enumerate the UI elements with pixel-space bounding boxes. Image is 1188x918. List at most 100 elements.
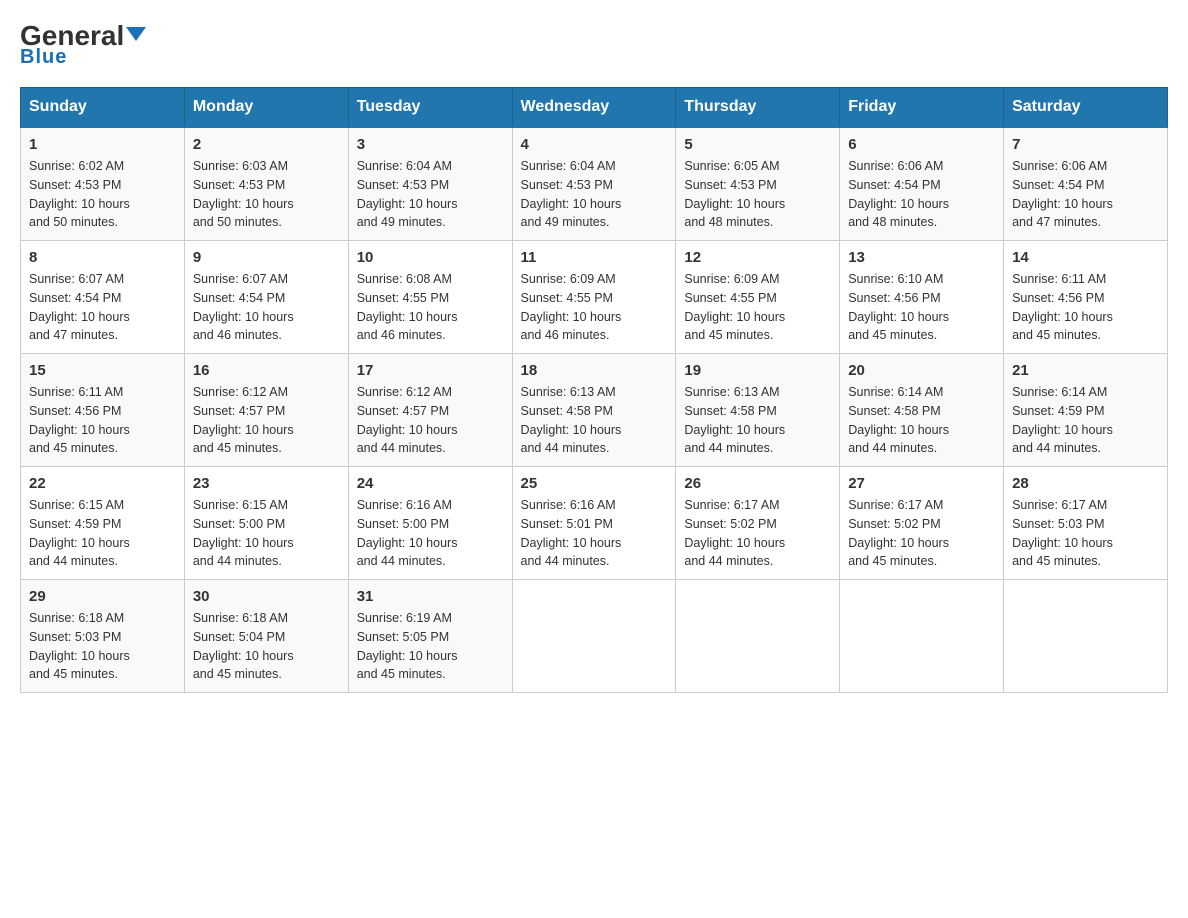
day-info: Sunrise: 6:17 AMSunset: 5:03 PMDaylight:…: [1012, 496, 1159, 571]
day-number: 8: [29, 249, 176, 266]
calendar-table: SundayMondayTuesdayWednesdayThursdayFrid…: [20, 87, 1168, 693]
header-tuesday: Tuesday: [348, 88, 512, 128]
calendar-cell: 2 Sunrise: 6:03 AMSunset: 4:53 PMDaylight…: [184, 127, 348, 241]
calendar-cell: 9Sunrise: 6:07 AMSunset: 4:54 PMDaylight…: [184, 241, 348, 354]
calendar-cell: [1004, 580, 1168, 693]
calendar-cell: 5 Sunrise: 6:05 AMSunset: 4:53 PMDaylight…: [676, 127, 840, 241]
day-info: Sunrise: 6:04 AMSunset: 4:53 PMDaylight:…: [357, 157, 504, 232]
calendar-cell: [840, 580, 1004, 693]
day-info: Sunrise: 6:13 AMSunset: 4:58 PMDaylight:…: [521, 383, 668, 458]
calendar-week-row: 15Sunrise: 6:11 AMSunset: 4:56 PMDayligh…: [21, 354, 1168, 467]
day-number: 14: [1012, 249, 1159, 266]
calendar-cell: 28 Sunrise: 6:17 AMSunset: 5:03 PMDayligh…: [1004, 467, 1168, 580]
day-info: Sunrise: 6:04 AMSunset: 4:53 PMDaylight:…: [521, 157, 668, 232]
day-number: 16: [193, 362, 340, 379]
day-info: Sunrise: 6:16 AMSunset: 5:01 PMDaylight:…: [521, 496, 668, 571]
calendar-cell: 6 Sunrise: 6:06 AMSunset: 4:54 PMDaylight…: [840, 127, 1004, 241]
day-number: 20: [848, 362, 995, 379]
day-info: Sunrise: 6:15 AMSunset: 4:59 PMDaylight:…: [29, 496, 176, 571]
calendar-cell: 21 Sunrise: 6:14 AMSunset: 4:59 PMDayligh…: [1004, 354, 1168, 467]
day-number: 26: [684, 475, 831, 492]
day-info: Sunrise: 6:05 AMSunset: 4:53 PMDaylight:…: [684, 157, 831, 232]
day-number: 22: [29, 475, 176, 492]
calendar-cell: 29 Sunrise: 6:18 AMSunset: 5:03 PMDayligh…: [21, 580, 185, 693]
day-info: Sunrise: 6:09 AMSunset: 4:55 PMDaylight:…: [684, 270, 831, 345]
header-thursday: Thursday: [676, 88, 840, 128]
day-number: 11: [521, 249, 668, 266]
day-number: 13: [848, 249, 995, 266]
calendar-cell: 20 Sunrise: 6:14 AMSunset: 4:58 PMDayligh…: [840, 354, 1004, 467]
day-info: Sunrise: 6:19 AMSunset: 5:05 PMDaylight:…: [357, 609, 504, 684]
day-number: 5: [684, 136, 831, 153]
day-info: Sunrise: 6:18 AMSunset: 5:04 PMDaylight:…: [193, 609, 340, 684]
calendar-week-row: 1 Sunrise: 6:02 AMSunset: 4:53 PMDaylight…: [21, 127, 1168, 241]
day-number: 10: [357, 249, 504, 266]
logo: General Blue: [20, 20, 146, 69]
day-number: 25: [521, 475, 668, 492]
header-monday: Monday: [184, 88, 348, 128]
calendar-cell: 7Sunrise: 6:06 AMSunset: 4:54 PMDaylight…: [1004, 127, 1168, 241]
day-number: 31: [357, 588, 504, 605]
day-info: Sunrise: 6:10 AMSunset: 4:56 PMDaylight:…: [848, 270, 995, 345]
day-info: Sunrise: 6:11 AMSunset: 4:56 PMDaylight:…: [1012, 270, 1159, 345]
calendar-cell: 8 Sunrise: 6:07 AMSunset: 4:54 PMDaylight…: [21, 241, 185, 354]
day-number: 21: [1012, 362, 1159, 379]
day-info: Sunrise: 6:06 AMSunset: 4:54 PMDaylight:…: [848, 157, 995, 232]
calendar-cell: [512, 580, 676, 693]
calendar-cell: 13 Sunrise: 6:10 AMSunset: 4:56 PMDayligh…: [840, 241, 1004, 354]
day-number: 3: [357, 136, 504, 153]
day-number: 15: [29, 362, 176, 379]
calendar-cell: 24Sunrise: 6:16 AMSunset: 5:00 PMDayligh…: [348, 467, 512, 580]
calendar-week-row: 29 Sunrise: 6:18 AMSunset: 5:03 PMDayligh…: [21, 580, 1168, 693]
calendar-cell: 25 Sunrise: 6:16 AMSunset: 5:01 PMDayligh…: [512, 467, 676, 580]
calendar-cell: 12 Sunrise: 6:09 AMSunset: 4:55 PMDayligh…: [676, 241, 840, 354]
day-number: 17: [357, 362, 504, 379]
day-number: 30: [193, 588, 340, 605]
calendar-cell: 11 Sunrise: 6:09 AMSunset: 4:55 PMDayligh…: [512, 241, 676, 354]
day-number: 23: [193, 475, 340, 492]
day-info: Sunrise: 6:12 AMSunset: 4:57 PMDaylight:…: [193, 383, 340, 458]
calendar-cell: 10Sunrise: 6:08 AMSunset: 4:55 PMDayligh…: [348, 241, 512, 354]
calendar-cell: [676, 580, 840, 693]
day-number: 7: [1012, 136, 1159, 153]
logo-triangle-icon: [126, 27, 146, 41]
day-number: 12: [684, 249, 831, 266]
calendar-cell: 27Sunrise: 6:17 AMSunset: 5:02 PMDayligh…: [840, 467, 1004, 580]
calendar-cell: 17 Sunrise: 6:12 AMSunset: 4:57 PMDayligh…: [348, 354, 512, 467]
calendar-week-row: 8 Sunrise: 6:07 AMSunset: 4:54 PMDaylight…: [21, 241, 1168, 354]
day-number: 18: [521, 362, 668, 379]
header-sunday: Sunday: [21, 88, 185, 128]
day-info: Sunrise: 6:12 AMSunset: 4:57 PMDaylight:…: [357, 383, 504, 458]
calendar-cell: 16 Sunrise: 6:12 AMSunset: 4:57 PMDayligh…: [184, 354, 348, 467]
calendar-week-row: 22 Sunrise: 6:15 AMSunset: 4:59 PMDayligh…: [21, 467, 1168, 580]
calendar-cell: 15Sunrise: 6:11 AMSunset: 4:56 PMDayligh…: [21, 354, 185, 467]
logo-blue: Blue: [20, 46, 67, 69]
calendar-header-row: SundayMondayTuesdayWednesdayThursdayFrid…: [21, 88, 1168, 128]
header-wednesday: Wednesday: [512, 88, 676, 128]
page-header: General Blue: [20, 20, 1168, 69]
calendar-cell: 31 Sunrise: 6:19 AMSunset: 5:05 PMDayligh…: [348, 580, 512, 693]
calendar-cell: 4Sunrise: 6:04 AMSunset: 4:53 PMDaylight…: [512, 127, 676, 241]
day-info: Sunrise: 6:16 AMSunset: 5:00 PMDaylight:…: [357, 496, 504, 571]
calendar-cell: 19Sunrise: 6:13 AMSunset: 4:58 PMDayligh…: [676, 354, 840, 467]
day-info: Sunrise: 6:09 AMSunset: 4:55 PMDaylight:…: [521, 270, 668, 345]
day-number: 6: [848, 136, 995, 153]
calendar-cell: 3 Sunrise: 6:04 AMSunset: 4:53 PMDaylight…: [348, 127, 512, 241]
calendar-cell: 14 Sunrise: 6:11 AMSunset: 4:56 PMDayligh…: [1004, 241, 1168, 354]
day-info: Sunrise: 6:14 AMSunset: 4:58 PMDaylight:…: [848, 383, 995, 458]
calendar-cell: 22 Sunrise: 6:15 AMSunset: 4:59 PMDayligh…: [21, 467, 185, 580]
day-info: Sunrise: 6:03 AMSunset: 4:53 PMDaylight:…: [193, 157, 340, 232]
day-info: Sunrise: 6:17 AMSunset: 5:02 PMDaylight:…: [684, 496, 831, 571]
day-number: 29: [29, 588, 176, 605]
calendar-cell: 1 Sunrise: 6:02 AMSunset: 4:53 PMDaylight…: [21, 127, 185, 241]
day-info: Sunrise: 6:18 AMSunset: 5:03 PMDaylight:…: [29, 609, 176, 684]
day-info: Sunrise: 6:02 AMSunset: 4:53 PMDaylight:…: [29, 157, 176, 232]
day-info: Sunrise: 6:14 AMSunset: 4:59 PMDaylight:…: [1012, 383, 1159, 458]
calendar-cell: 23Sunrise: 6:15 AMSunset: 5:00 PMDayligh…: [184, 467, 348, 580]
day-info: Sunrise: 6:17 AMSunset: 5:02 PMDaylight:…: [848, 496, 995, 571]
day-info: Sunrise: 6:07 AMSunset: 4:54 PMDaylight:…: [29, 270, 176, 345]
day-number: 2: [193, 136, 340, 153]
day-number: 28: [1012, 475, 1159, 492]
header-saturday: Saturday: [1004, 88, 1168, 128]
day-number: 1: [29, 136, 176, 153]
